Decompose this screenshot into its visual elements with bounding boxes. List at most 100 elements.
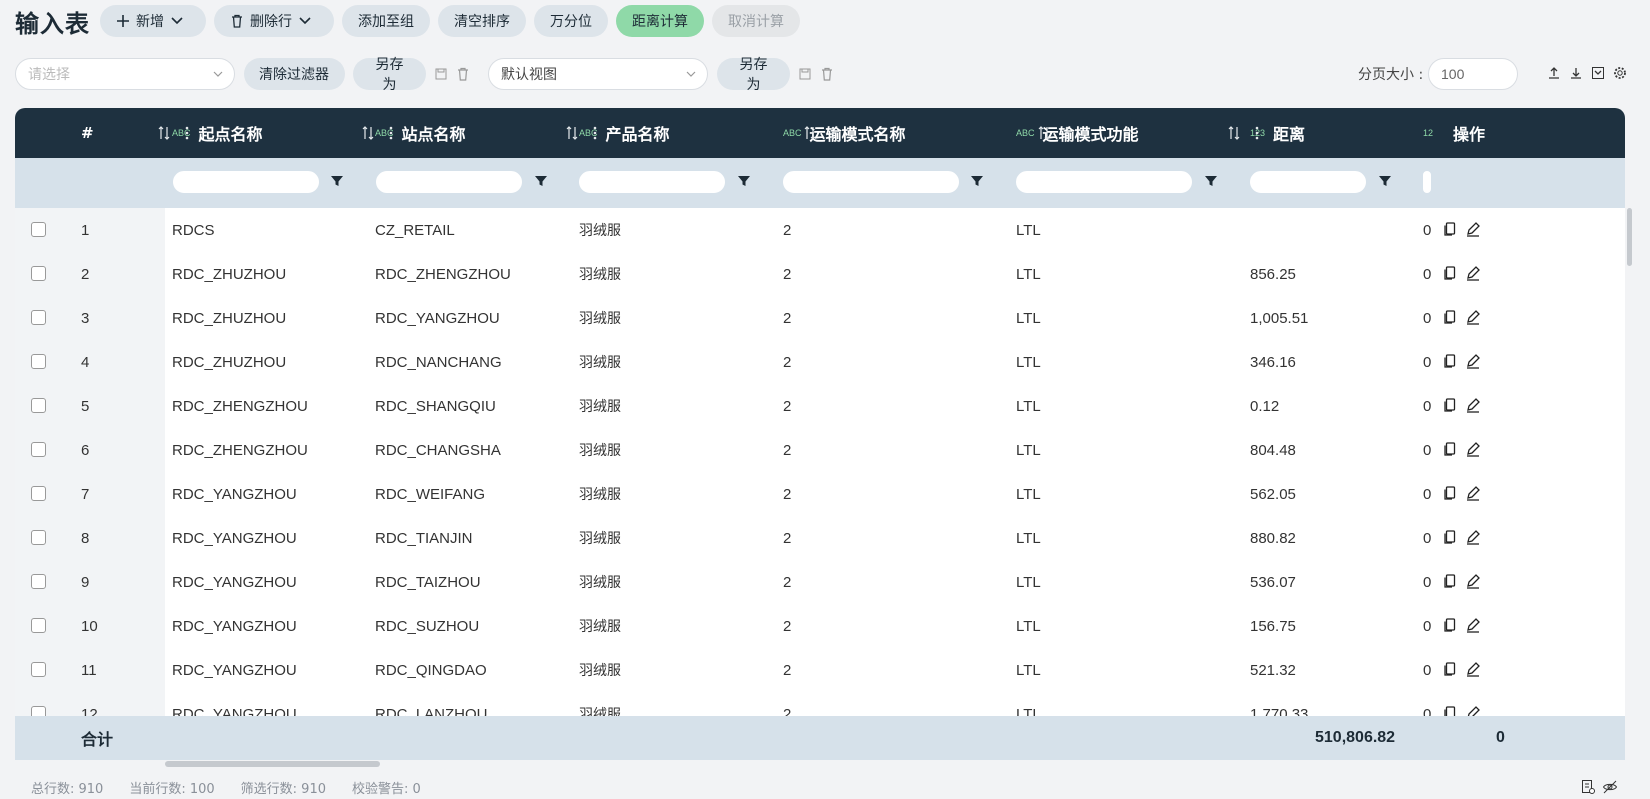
edit-icon[interactable] bbox=[1465, 309, 1481, 325]
table-cell[interactable]: LTL bbox=[1016, 384, 1041, 428]
table-cell[interactable]: RDC_YANGZHOU bbox=[172, 516, 297, 560]
clear-filter-button[interactable]: 清除过滤器 bbox=[244, 58, 345, 90]
row-checkbox[interactable] bbox=[31, 442, 46, 457]
table-row[interactable]: 7 RDC_YANGZHOU RDC_WEIFANG 羽绒服 2 LTL 562.05 0 bbox=[15, 472, 1625, 516]
filter-funnel-icon[interactable] bbox=[534, 174, 548, 188]
filter-funnel-icon[interactable] bbox=[737, 174, 751, 188]
column-filter-input[interactable] bbox=[579, 171, 725, 193]
save-icon[interactable] bbox=[430, 63, 452, 85]
table-cell[interactable]: LTL bbox=[1016, 604, 1041, 648]
trash-icon[interactable] bbox=[816, 63, 838, 85]
row-checkbox[interactable] bbox=[31, 354, 46, 369]
table-cell[interactable]: 1 bbox=[81, 208, 89, 252]
table-cell[interactable]: RDC_SUZHOU bbox=[375, 604, 479, 648]
table-cell[interactable]: 0 bbox=[1423, 252, 1431, 296]
row-checkbox[interactable] bbox=[31, 266, 46, 281]
table-cell[interactable]: RDC_QINGDAO bbox=[375, 648, 487, 692]
more-options-icon[interactable] bbox=[826, 125, 840, 141]
table-row[interactable]: 4 RDC_ZHUZHOU RDC_NANCHANG 羽绒服 2 LTL 346.16 0 bbox=[15, 340, 1625, 384]
copy-icon[interactable] bbox=[1442, 661, 1458, 677]
column-filter-input[interactable] bbox=[376, 171, 522, 193]
add-button[interactable]: 新增 bbox=[100, 5, 206, 37]
more-options-icon[interactable] bbox=[1060, 125, 1074, 141]
edit-icon[interactable] bbox=[1465, 353, 1481, 369]
table-cell[interactable]: 0 bbox=[1423, 604, 1431, 648]
filter-funnel-icon[interactable] bbox=[970, 174, 984, 188]
table-row[interactable]: 1 RDCS CZ_RETAIL 羽绒服 2 LTL 0 bbox=[15, 208, 1625, 252]
edit-icon[interactable] bbox=[1465, 661, 1481, 677]
table-cell[interactable]: 2 bbox=[783, 252, 791, 296]
column-filter-input[interactable] bbox=[1423, 171, 1431, 193]
column-filter-input[interactable] bbox=[1016, 171, 1192, 193]
table-cell[interactable]: 562.05 bbox=[1250, 472, 1296, 516]
table-cell[interactable]: 10 bbox=[81, 604, 98, 648]
column-header-6[interactable]: 123距离 bbox=[1250, 108, 1420, 158]
table-cell[interactable]: 7 bbox=[81, 472, 89, 516]
table-cell[interactable]: 804.48 bbox=[1250, 428, 1296, 472]
table-cell[interactable]: 856.25 bbox=[1250, 252, 1296, 296]
table-row[interactable]: 10 RDC_YANGZHOU RDC_SUZHOU 羽绒服 2 LTL 156.75 0 bbox=[15, 604, 1625, 648]
copy-icon[interactable] bbox=[1442, 573, 1458, 589]
table-cell[interactable]: 346.16 bbox=[1250, 340, 1296, 384]
table-cell[interactable]: 羽绒服 bbox=[579, 560, 621, 604]
table-cell[interactable]: 羽绒服 bbox=[579, 472, 621, 516]
row-checkbox[interactable] bbox=[31, 574, 46, 589]
table-cell[interactable]: 0 bbox=[1423, 516, 1431, 560]
table-cell[interactable]: 1,005.51 bbox=[1250, 296, 1308, 340]
trash-icon[interactable] bbox=[452, 63, 474, 85]
column-filter-input[interactable] bbox=[1250, 171, 1366, 193]
edit-icon[interactable] bbox=[1465, 265, 1481, 281]
edit-icon[interactable] bbox=[1465, 617, 1481, 633]
column-filter-input[interactable] bbox=[173, 171, 319, 193]
table-cell[interactable]: RDC_YANGZHOU bbox=[172, 604, 297, 648]
column-header-3[interactable]: ABC 产品名称 bbox=[579, 108, 779, 158]
table-cell[interactable]: 2 bbox=[783, 340, 791, 384]
table-row[interactable]: 9 RDC_YANGZHOU RDC_TAIZHOU 羽绒服 2 LTL 536.07 0 bbox=[15, 560, 1625, 604]
table-cell[interactable]: 2 bbox=[783, 560, 791, 604]
table-cell[interactable]: 2 bbox=[783, 648, 791, 692]
more-options-icon[interactable] bbox=[1250, 125, 1264, 141]
filter-select[interactable]: 请选择 bbox=[15, 58, 235, 90]
table-row[interactable]: 11 RDC_YANGZHOU RDC_QINGDAO 羽绒服 2 LTL 521.32 0 bbox=[15, 648, 1625, 692]
table-cell[interactable]: RDC_SHANGQIU bbox=[375, 384, 496, 428]
table-cell[interactable]: 3 bbox=[81, 296, 89, 340]
save-as-filter-button[interactable]: 另存为 bbox=[353, 57, 426, 93]
table-cell[interactable]: RDC_YANGZHOU bbox=[172, 472, 297, 516]
copy-icon[interactable] bbox=[1442, 265, 1458, 281]
table-cell[interactable]: RDC_ZHENGZHOU bbox=[172, 384, 308, 428]
table-cell[interactable]: 2 bbox=[783, 516, 791, 560]
table-cell[interactable]: LTL bbox=[1016, 472, 1041, 516]
table-row[interactable]: 8 RDC_YANGZHOU RDC_TIANJIN 羽绒服 2 LTL 880.82 0 bbox=[15, 516, 1625, 560]
table-cell[interactable]: RDC_WEIFANG bbox=[375, 472, 485, 516]
edit-icon[interactable] bbox=[1465, 529, 1481, 545]
copy-icon[interactable] bbox=[1442, 221, 1458, 237]
sort-icon[interactable] bbox=[1037, 125, 1051, 141]
table-cell[interactable]: 羽绒服 bbox=[579, 648, 621, 692]
table-cell[interactable]: 2 bbox=[783, 296, 791, 340]
table-cell[interactable]: 156.75 bbox=[1250, 604, 1296, 648]
page-size-input[interactable] bbox=[1428, 58, 1518, 90]
eye-off-icon[interactable] bbox=[1602, 779, 1618, 795]
clear-sort-button[interactable]: 清空排序 bbox=[438, 5, 526, 37]
row-checkbox[interactable] bbox=[31, 486, 46, 501]
table-row[interactable]: 5 RDC_ZHENGZHOU RDC_SHANGQIU 羽绒服 2 LTL 0.12 0 bbox=[15, 384, 1625, 428]
table-cell[interactable]: 羽绒服 bbox=[579, 516, 621, 560]
table-cell[interactable]: 5 bbox=[81, 384, 89, 428]
sort-icon[interactable] bbox=[803, 125, 817, 141]
filter-funnel-icon[interactable] bbox=[1204, 174, 1218, 188]
table-row[interactable]: 2 RDC_ZHUZHOU RDC_ZHENGZHOU 羽绒服 2 LTL 856.25 0 bbox=[15, 252, 1625, 296]
cancel-calc-button[interactable]: 取消计算 bbox=[712, 5, 800, 37]
table-cell[interactable]: CZ_RETAIL bbox=[375, 208, 455, 252]
edit-icon[interactable] bbox=[1465, 397, 1481, 413]
table-cell[interactable]: 0 bbox=[1423, 428, 1431, 472]
table-cell[interactable]: RDC_ZHUZHOU bbox=[172, 296, 286, 340]
table-cell[interactable]: LTL bbox=[1016, 252, 1041, 296]
table-cell[interactable]: 0 bbox=[1423, 296, 1431, 340]
table-cell[interactable]: 羽绒服 bbox=[579, 384, 621, 428]
table-cell[interactable]: 0 bbox=[1423, 472, 1431, 516]
table-cell[interactable]: 羽绒服 bbox=[579, 208, 621, 252]
copy-icon[interactable] bbox=[1442, 397, 1458, 413]
column-header-4[interactable]: ABC 运输模式名称 bbox=[783, 108, 1013, 158]
table-cell[interactable]: RDC_YANGZHOU bbox=[375, 296, 500, 340]
table-cell[interactable]: 羽绒服 bbox=[579, 340, 621, 384]
